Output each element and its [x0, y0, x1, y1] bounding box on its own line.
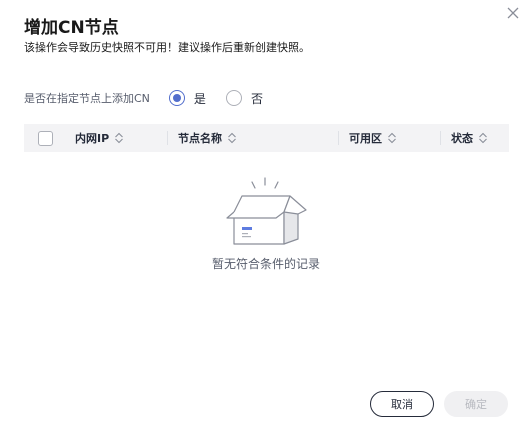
- column-divider: [338, 131, 339, 145]
- column-header-status-label: 状态: [451, 132, 473, 145]
- select-all-checkbox[interactable]: [37, 130, 53, 146]
- radio-no-label: 否: [250, 91, 263, 106]
- add-cn-node-dialog: 增加CN节点 该操作会导致历史快照不可用！建议操作后重新创建快照。 是否在指定节…: [0, 0, 532, 422]
- confirm-button[interactable]: 确定: [444, 391, 508, 417]
- column-divider: [440, 131, 441, 145]
- column-header-zone-label: 可用区: [349, 132, 382, 145]
- dialog-title: 增加CN节点: [24, 18, 119, 38]
- radio-no[interactable]: 否: [225, 90, 263, 107]
- sort-icon[interactable]: [478, 132, 488, 144]
- add-cn-option-label: 是否在指定节点上添加CN: [24, 92, 150, 105]
- radio-yes-circle[interactable]: [168, 90, 185, 106]
- dialog-warning-text: 该操作会导致历史快照不可用！建议操作后重新创建快照。: [24, 41, 310, 54]
- column-header-node-name[interactable]: 节点名称: [167, 124, 338, 152]
- column-header-node-name-label: 节点名称: [178, 132, 222, 145]
- select-all-column: [24, 124, 66, 152]
- radio-no-circle[interactable]: [225, 90, 242, 106]
- empty-state-text: 暂无符合条件的记录: [211, 257, 320, 271]
- radio-yes-label: 是: [193, 91, 206, 106]
- sort-icon[interactable]: [227, 132, 237, 144]
- column-header-status[interactable]: 状态: [440, 124, 509, 152]
- sort-icon[interactable]: [114, 132, 124, 144]
- sort-icon[interactable]: [387, 132, 397, 144]
- column-header-ip-label: 内网IP: [75, 132, 110, 145]
- cancel-button[interactable]: 取消: [370, 391, 434, 417]
- empty-box-icon: [218, 172, 314, 252]
- close-icon[interactable]: [505, 5, 521, 21]
- radio-yes[interactable]: 是: [168, 90, 206, 107]
- column-header-zone[interactable]: 可用区: [338, 124, 440, 152]
- column-header-ip[interactable]: 内网IP: [66, 124, 167, 152]
- node-table-header: 内网IP 节点名称 可用区 状态: [24, 124, 509, 152]
- column-divider: [167, 131, 168, 145]
- add-cn-option-row: 是否在指定节点上添加CN 是 否: [24, 88, 283, 108]
